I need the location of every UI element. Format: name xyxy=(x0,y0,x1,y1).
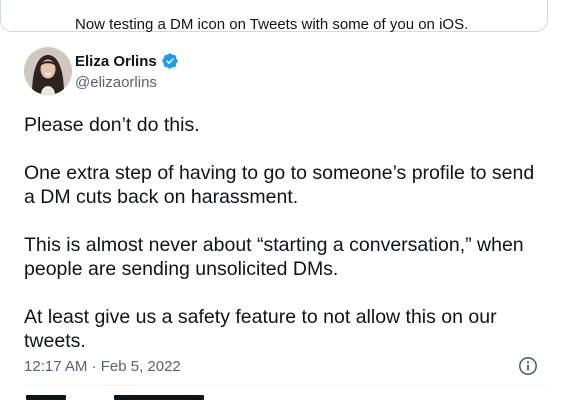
tweet-body: Please don’t do this. One extra step of … xyxy=(24,113,544,377)
tweet-paragraph: Please don’t do this. xyxy=(24,114,200,136)
info-icon[interactable] xyxy=(518,356,538,376)
avatar-photo-icon xyxy=(24,47,72,95)
author-name[interactable]: Eliza Orlins xyxy=(75,52,179,70)
author-name-text: Eliza Orlins xyxy=(75,52,157,70)
engagement-row-partial xyxy=(24,395,224,401)
divider xyxy=(24,385,546,386)
tweet-paragraph: At least give us a safety feature to not… xyxy=(24,306,497,352)
verified-badge-icon xyxy=(161,52,179,70)
author-handle[interactable]: @elizaorlins xyxy=(75,74,157,91)
tweet-paragraph: This is almost never about “starting a c… xyxy=(24,234,524,280)
author-avatar[interactable] xyxy=(24,47,72,95)
tweet-timestamp[interactable]: 12:17 AM · Feb 5, 2022 xyxy=(24,358,181,375)
tweet-paragraph: One extra step of having to go to someon… xyxy=(24,162,535,208)
quoted-tweet-text: Now testing a DM icon on Tweets with som… xyxy=(75,16,469,33)
